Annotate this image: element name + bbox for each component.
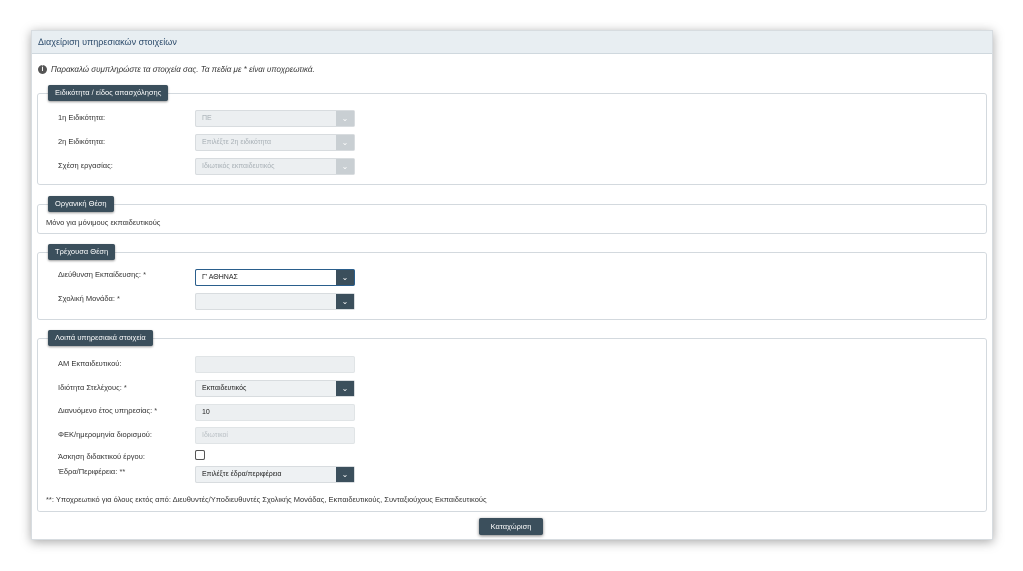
specialty-panel: Ειδικότητα / είδος απασχόλησης 1η Ειδικό… bbox=[37, 85, 987, 185]
submit-button[interactable]: Καταχώριση bbox=[479, 518, 543, 535]
chevron-down-icon: ⌄ bbox=[336, 294, 354, 309]
relation-label: Σχέση εργασίας: bbox=[58, 161, 113, 170]
info-message: i Παρακαλώ συμπληρώστε τα στοιχεία σας. … bbox=[38, 65, 315, 74]
current-legend: Τρέχουσα Θέση bbox=[48, 244, 116, 260]
school-select[interactable]: ⌄ bbox=[195, 293, 355, 310]
role-select[interactable]: Εκπαιδευτικός ⌄ bbox=[195, 380, 355, 397]
am-input[interactable] bbox=[195, 356, 355, 373]
other-legend: Λοιπά υπηρεσιακά στοιχεία bbox=[48, 330, 153, 346]
school-label-text: Σχολική Μονάδα: bbox=[58, 294, 115, 303]
organic-text: Μόνο για μόνιμους εκπαιδευτικούς bbox=[46, 218, 161, 227]
required-mark: * bbox=[143, 270, 146, 279]
page-title: Διαχείριση υπηρεσιακών στοιχείων bbox=[38, 37, 177, 47]
directorate-select[interactable]: Γ' ΑΘΗΝΑΣ ⌄ bbox=[195, 269, 355, 286]
relation-value: Ιδιωτικός εκπαιδευτικός bbox=[202, 163, 275, 170]
teaching-label: Άσκηση διδακτικού έργου: bbox=[58, 452, 145, 461]
info-icon: i bbox=[38, 65, 47, 74]
role-label: Ιδιότητα Στελέχους: * bbox=[58, 383, 127, 392]
seat-select[interactable]: Επιλέξτε έδρα/περιφέρεια ⌄ bbox=[195, 466, 355, 483]
current-panel: Τρέχουσα Θέση Διεύθυνση Εκπαίδευσης: * Γ… bbox=[37, 244, 987, 320]
fek-label: ΦΕΚ/ημερομηνία διορισμού: bbox=[58, 430, 152, 439]
role-label-text: Ιδιότητα Στελέχους: bbox=[58, 383, 122, 392]
main-window: Διαχείριση υπηρεσιακών στοιχείων i Παρακ… bbox=[31, 30, 993, 540]
year-value: 10 bbox=[202, 409, 210, 416]
required-mark: * bbox=[123, 383, 127, 392]
directorate-label-text: Διεύθυνση Εκπαίδευσης: bbox=[58, 270, 141, 279]
chevron-down-icon: ⌄ bbox=[336, 270, 354, 285]
year-label-text: Διανυόμενο έτος υπηρεσίας: bbox=[58, 406, 153, 415]
directorate-label: Διεύθυνση Εκπαίδευσης: * bbox=[58, 270, 146, 279]
specialty1-select[interactable]: ΠΕ ⌄ bbox=[195, 110, 355, 127]
specialty1-label: 1η Ειδικότητα: bbox=[58, 113, 106, 122]
other-panel: Λοιπά υπηρεσιακά στοιχεία ΑΜ Εκπαιδευτικ… bbox=[37, 330, 987, 512]
fek-input[interactable]: Ιδιωτικοί bbox=[195, 427, 355, 444]
required-mark: * bbox=[154, 406, 158, 415]
chevron-down-icon: ⌄ bbox=[336, 135, 354, 150]
seat-value: Επιλέξτε έδρα/περιφέρεια bbox=[202, 471, 282, 478]
specialty2-value: Επιλέξτε 2η ειδικότητα bbox=[202, 139, 272, 146]
double-required-mark: ** bbox=[119, 467, 126, 476]
fek-placeholder: Ιδιωτικοί bbox=[202, 432, 228, 439]
seat-label-text: Έδρα/Περιφέρεια: bbox=[58, 467, 118, 476]
year-input[interactable]: 10 bbox=[195, 404, 355, 421]
organic-panel: Οργανική Θέση Μόνο για μόνιμους εκπαιδευ… bbox=[37, 196, 987, 234]
required-mark: * bbox=[117, 294, 120, 303]
am-label: ΑΜ Εκπαιδευτικού: bbox=[58, 359, 122, 368]
specialty1-value: ΠΕ bbox=[202, 115, 212, 122]
seat-label: Έδρα/Περιφέρεια: ** bbox=[58, 467, 125, 476]
info-text: Παρακαλώ συμπληρώστε τα στοιχεία σας. Τα… bbox=[51, 65, 315, 74]
specialty2-label: 2η Ειδικότητα: bbox=[58, 137, 106, 146]
organic-legend: Οργανική Θέση bbox=[48, 196, 114, 212]
teaching-checkbox[interactable] bbox=[195, 450, 205, 460]
footnote: **: Υποχρεωτικό για όλους εκτός από: Διε… bbox=[46, 495, 487, 504]
chevron-down-icon: ⌄ bbox=[336, 381, 354, 396]
role-value: Εκπαιδευτικός bbox=[202, 385, 247, 392]
specialty-legend: Ειδικότητα / είδος απασχόλησης bbox=[48, 85, 169, 101]
school-label: Σχολική Μονάδα: * bbox=[58, 294, 120, 303]
page-header: Διαχείριση υπηρεσιακών στοιχείων bbox=[32, 31, 992, 54]
chevron-down-icon: ⌄ bbox=[336, 159, 354, 174]
specialty2-select[interactable]: Επιλέξτε 2η ειδικότητα ⌄ bbox=[195, 134, 355, 151]
chevron-down-icon: ⌄ bbox=[336, 111, 354, 126]
relation-select[interactable]: Ιδιωτικός εκπαιδευτικός ⌄ bbox=[195, 158, 355, 175]
directorate-value: Γ' ΑΘΗΝΑΣ bbox=[202, 274, 238, 281]
year-label: Διανυόμενο έτος υπηρεσίας: * bbox=[58, 406, 157, 415]
chevron-down-icon: ⌄ bbox=[336, 467, 354, 482]
